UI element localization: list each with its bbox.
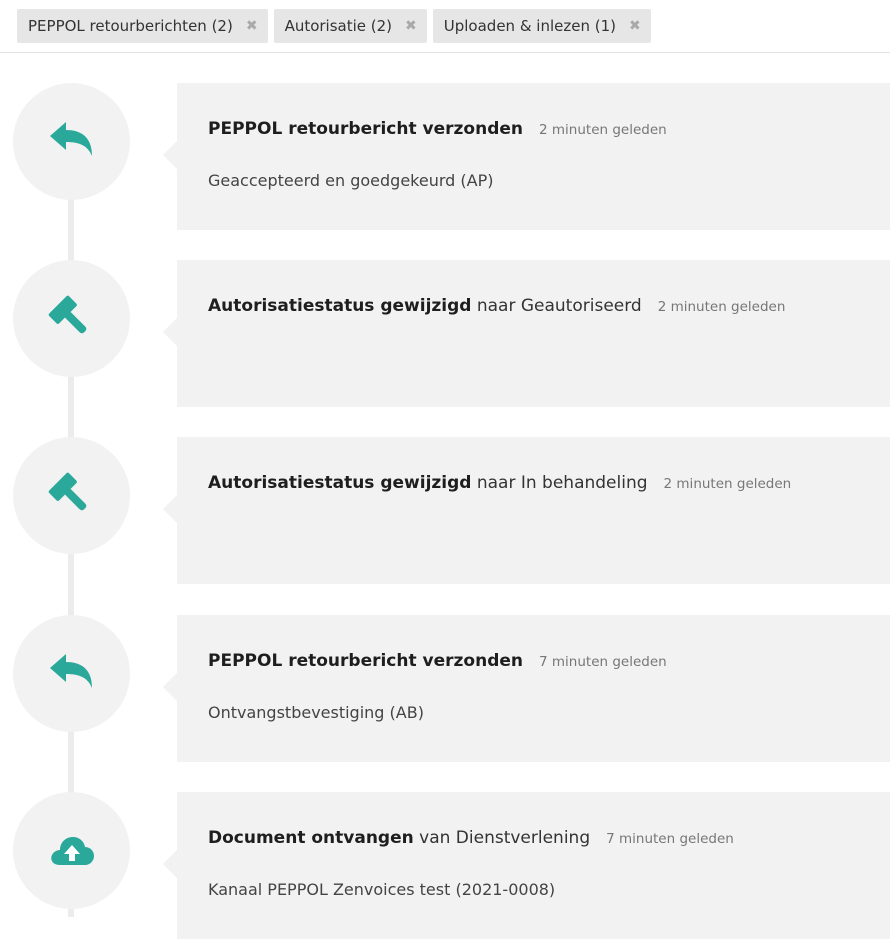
event-time: 2 minuten geleden: [657, 299, 786, 315]
event-title: PEPPOL retourbericht verzonden: [208, 651, 524, 671]
event-card: PEPPOL retourbericht verzonden 7 minuten …: [163, 615, 890, 762]
event-card: PEPPOL retourbericht verzonden 2 minuten …: [163, 83, 890, 230]
timeline-marker: [13, 83, 130, 200]
timeline-marker: [13, 615, 130, 732]
event-card: Autorisatiestatus gewijzigd naar In beha…: [163, 437, 890, 584]
event-time: 7 minuten geleden: [539, 654, 667, 670]
cloud-upload-icon: [50, 836, 94, 865]
event-detail: Geaccepteerd en goedgekeurd (AP): [208, 171, 494, 190]
event-title: Autorisatiestatus gewijzigd: [208, 473, 472, 493]
activity-timeline: PEPPOL retourbericht verzonden 2 minuten …: [0, 0, 890, 939]
event-time: 7 minuten geleden: [606, 831, 734, 847]
gavel-icon: [48, 472, 86, 510]
timeline-marker: [13, 437, 130, 554]
event-description: naar In behandeling: [471, 473, 648, 493]
reply-arrow-icon: [49, 121, 92, 156]
event-card: Autorisatiestatus gewijzigd naar Geautor…: [163, 260, 890, 407]
event-detail: Ontvangstbevestiging (AB): [208, 703, 424, 722]
gavel-icon: [48, 295, 86, 333]
event-detail: Kanaal PEPPOL Zenvoices test (2021-0008): [208, 880, 556, 899]
event-title: Autorisatiestatus gewijzigd: [208, 296, 472, 316]
timeline-marker: [13, 260, 130, 377]
event-description: van Dienstverlening: [413, 828, 591, 848]
event-time: 2 minuten geleden: [539, 122, 667, 138]
timeline-marker: [13, 792, 130, 909]
event-title: Document ontvangen: [208, 828, 414, 848]
reply-arrow-icon: [49, 653, 92, 688]
event-time: 2 minuten geleden: [663, 476, 792, 492]
event-description: naar Geautoriseerd: [471, 296, 642, 316]
event-title: PEPPOL retourbericht verzonden: [208, 119, 524, 139]
